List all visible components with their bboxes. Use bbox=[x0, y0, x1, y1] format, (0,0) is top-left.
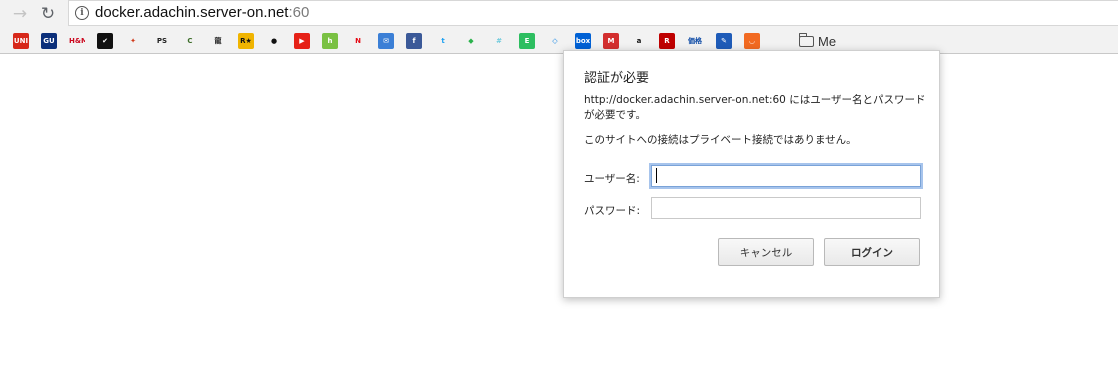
url-host: docker.adachin.server-on.net bbox=[95, 4, 289, 21]
url-text[interactable]: docker.adachin.server-on.net:60 bbox=[95, 4, 309, 21]
bookmark-h-m-icon[interactable]: H&M bbox=[69, 33, 85, 49]
auth-dialog: 認証が必要 http://docker.adachin.server-on.ne… bbox=[563, 50, 940, 298]
bookmark-c-icon[interactable]: C bbox=[182, 33, 198, 49]
bookmark-houzz-icon[interactable]: h bbox=[322, 33, 338, 49]
url-port: :60 bbox=[288, 4, 310, 21]
bookmark-youtube-icon[interactable]: ▶ bbox=[294, 33, 310, 49]
password-label: パスワード: bbox=[584, 205, 641, 217]
bookmark-bug-icon[interactable]: ● bbox=[266, 33, 282, 49]
bookmark-netflix-icon[interactable]: N bbox=[350, 33, 366, 49]
bookmark-slack-icon[interactable]: # bbox=[491, 33, 507, 49]
bookmark-mario-icon[interactable]: ✦ bbox=[125, 33, 141, 49]
bookmark-kakaku-icon[interactable]: 価格 bbox=[687, 33, 703, 49]
bookmark-amazon-icon[interactable]: a bbox=[631, 33, 647, 49]
bookmark-feedly-icon[interactable]: ◆ bbox=[463, 33, 479, 49]
bookmark-box-icon[interactable]: box bbox=[575, 33, 591, 49]
bookmark-gu-icon[interactable]: GU bbox=[41, 33, 57, 49]
bookmark-smile-icon[interactable]: ◡ bbox=[744, 33, 760, 49]
bookmark-playstation-icon[interactable]: PS bbox=[154, 33, 170, 49]
bookmark-mail-icon[interactable]: ✉ bbox=[378, 33, 394, 49]
cancel-button[interactable]: キャンセル bbox=[718, 238, 814, 266]
bookmark-facebook-icon[interactable]: f bbox=[406, 33, 422, 49]
bookmarks-bar: UNI QLO GU H&M ✔ ✦ PS C龍 R★ ● ▶ hN ✉ ft ◆ # E ◇ box MaR 価格 ✎… bbox=[0, 29, 1118, 54]
text-caret bbox=[656, 168, 657, 183]
username-input[interactable] bbox=[651, 165, 921, 187]
bookmark-rakuten-icon[interactable]: R bbox=[659, 33, 675, 49]
info-circle-icon[interactable]: i bbox=[75, 6, 89, 20]
bookmark-evernote-icon[interactable]: E bbox=[519, 33, 535, 49]
bookmark-nike-icon[interactable]: ✔ bbox=[97, 33, 113, 49]
back-arrow-icon[interactable]: → bbox=[9, 3, 31, 25]
bookmark---icon[interactable]: 龍 bbox=[210, 33, 226, 49]
bookmark-uniqlo-icon[interactable]: UNI QLO bbox=[13, 33, 29, 49]
login-button[interactable]: ログイン bbox=[824, 238, 920, 266]
reload-icon[interactable]: ↻ bbox=[37, 3, 59, 25]
bookmark-m-icon[interactable]: M bbox=[603, 33, 619, 49]
bookmark-twitter-icon[interactable]: t bbox=[435, 33, 451, 49]
bookmark-rockstar-icon[interactable]: R★ bbox=[238, 33, 254, 49]
password-input[interactable] bbox=[651, 197, 921, 219]
dialog-title: 認証が必要 bbox=[584, 71, 650, 86]
bookmark-pen-icon[interactable]: ✎ bbox=[716, 33, 732, 49]
bookmark-folder-me[interactable]: Me bbox=[798, 32, 837, 49]
dialog-note: このサイトへの接続はプライベート接続ではありません。 bbox=[584, 134, 857, 146]
username-label: ユーザー名: bbox=[584, 173, 640, 185]
address-bar[interactable]: i docker.adachin.server-on.net:60 bbox=[68, 0, 1118, 26]
bookmark-dropbox-icon[interactable]: ◇ bbox=[547, 33, 563, 49]
bookmark-folder-label: Me bbox=[818, 33, 837, 49]
folder-icon bbox=[798, 32, 814, 47]
browser-toolbar: → ↻ i docker.adachin.server-on.net:60 bbox=[0, 0, 1118, 29]
dialog-message: http://docker.adachin.server-on.net:60 に… bbox=[584, 94, 926, 121]
